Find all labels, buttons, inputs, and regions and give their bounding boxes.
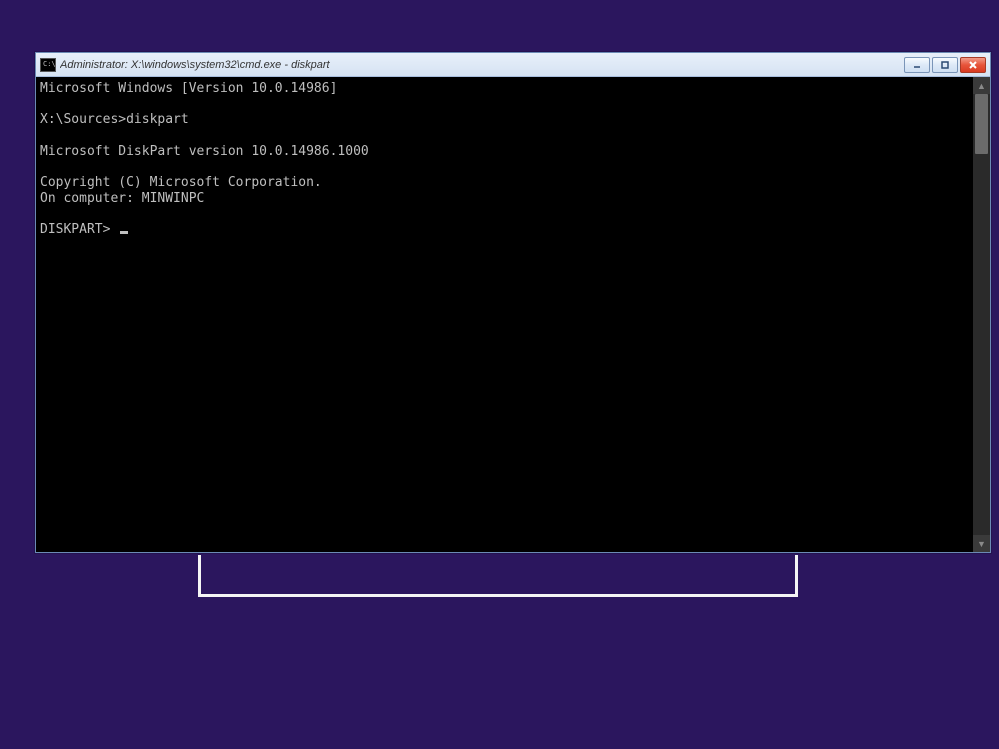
background-dialog-outline [198, 555, 798, 597]
maximize-button[interactable] [932, 57, 958, 73]
vertical-scrollbar[interactable]: ▲ ▼ [973, 77, 990, 552]
maximize-icon [940, 60, 950, 70]
terminal-line: DISKPART> [40, 222, 118, 237]
window-controls [904, 57, 988, 73]
scroll-up-button[interactable]: ▲ [973, 77, 990, 94]
close-icon [968, 60, 978, 70]
cmd-window: C:\ Administrator: X:\windows\system32\c… [35, 52, 991, 553]
terminal-line: Microsoft DiskPart version 10.0.14986.10… [40, 144, 369, 159]
terminal-line: X:\Sources>diskpart [40, 112, 189, 127]
terminal-line: Microsoft Windows [Version 10.0.14986] [40, 81, 337, 96]
cmd-icon: C:\ [40, 58, 56, 72]
window-titlebar[interactable]: C:\ Administrator: X:\windows\system32\c… [36, 53, 990, 77]
close-button[interactable] [960, 57, 986, 73]
console-client-area[interactable]: Microsoft Windows [Version 10.0.14986] X… [36, 77, 973, 552]
console-body: Microsoft Windows [Version 10.0.14986] X… [36, 77, 990, 552]
terminal-line: On computer: MINWINPC [40, 191, 204, 206]
scroll-down-button[interactable]: ▼ [973, 535, 990, 552]
minimize-button[interactable] [904, 57, 930, 73]
window-title: Administrator: X:\windows\system32\cmd.e… [60, 59, 904, 71]
terminal-line: Copyright (C) Microsoft Corporation. [40, 175, 322, 190]
scrollbar-track[interactable] [973, 94, 990, 535]
terminal-cursor [120, 231, 128, 234]
scrollbar-thumb[interactable] [975, 94, 988, 154]
minimize-icon [912, 60, 922, 70]
terminal-output: Microsoft Windows [Version 10.0.14986] X… [40, 81, 969, 238]
